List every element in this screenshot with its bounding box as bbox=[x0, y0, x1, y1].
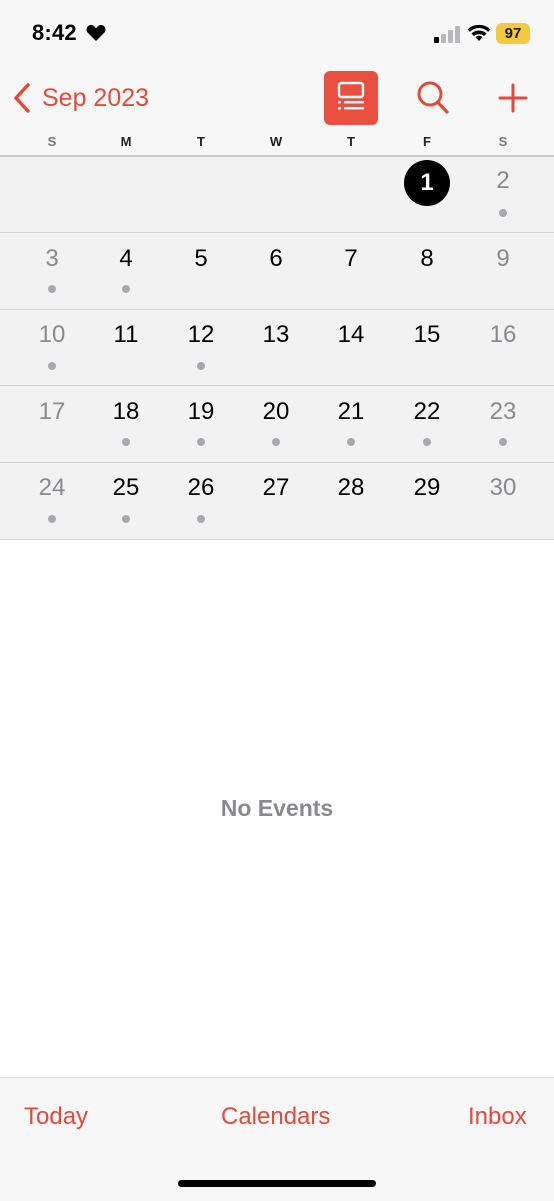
calendar-day-19[interactable]: 19 bbox=[177, 397, 225, 427]
calendar-day-9[interactable]: 9 bbox=[479, 244, 527, 274]
weekday-wed: W bbox=[269, 134, 283, 149]
battery-icon: 97 bbox=[496, 23, 530, 44]
calendar-day-29[interactable]: 29 bbox=[403, 473, 451, 503]
calendar-day-16[interactable]: 16 bbox=[479, 320, 527, 350]
event-indicator-dot bbox=[48, 362, 56, 370]
weekday-tue: T bbox=[197, 134, 205, 149]
back-label: Sep 2023 bbox=[42, 83, 150, 112]
event-indicator-dot bbox=[122, 438, 130, 446]
search-icon[interactable] bbox=[416, 80, 450, 116]
calendars-button[interactable]: Calendars bbox=[221, 1103, 330, 1131]
list-view-button[interactable] bbox=[324, 71, 378, 125]
calendar-day-4[interactable]: 4 bbox=[102, 244, 150, 274]
event-indicator-dot bbox=[499, 438, 507, 446]
weekday-fri: F bbox=[423, 134, 431, 149]
week-divider bbox=[0, 462, 554, 463]
week-divider bbox=[0, 309, 554, 310]
calendar-day-11[interactable]: 11 bbox=[102, 320, 150, 350]
calendar-day-13[interactable]: 13 bbox=[252, 320, 300, 350]
calendar-day-20[interactable]: 20 bbox=[252, 397, 300, 427]
calendar-day-14[interactable]: 14 bbox=[327, 320, 375, 350]
weekday-sun: S bbox=[47, 134, 57, 149]
wifi-icon bbox=[467, 24, 491, 41]
today-button[interactable]: Today bbox=[24, 1103, 88, 1131]
calendar-day-22[interactable]: 22 bbox=[403, 397, 451, 427]
week-divider bbox=[0, 539, 554, 540]
week-divider bbox=[0, 232, 554, 233]
weekday-thu: T bbox=[347, 134, 355, 149]
event-indicator-dot bbox=[197, 362, 205, 370]
calendar-day-10[interactable]: 10 bbox=[28, 320, 76, 350]
back-to-month-button[interactable]: Sep 2023 bbox=[10, 80, 149, 116]
chevron-left-icon bbox=[14, 83, 30, 113]
calendar-day-7[interactable]: 7 bbox=[327, 244, 375, 274]
home-indicator bbox=[178, 1180, 376, 1187]
calendar-day-2[interactable]: 2 bbox=[479, 166, 527, 196]
list-view-icon bbox=[337, 81, 365, 110]
calendar-day-21[interactable]: 21 bbox=[327, 397, 375, 427]
calendar-day-3[interactable]: 3 bbox=[28, 244, 76, 274]
event-indicator-dot bbox=[48, 515, 56, 523]
event-indicator-dot bbox=[122, 515, 130, 523]
no-events-label: No Events bbox=[220, 795, 334, 821]
calendar-day-27[interactable]: 27 bbox=[252, 473, 300, 503]
calendar-day-23[interactable]: 23 bbox=[479, 397, 527, 427]
weekday-mon: M bbox=[120, 134, 132, 149]
cellular-signal-icon bbox=[434, 26, 460, 43]
week-divider bbox=[0, 385, 554, 386]
weekday-sat: S bbox=[498, 134, 508, 149]
calendar-day-15[interactable]: 15 bbox=[403, 320, 451, 350]
calendar-day-18[interactable]: 18 bbox=[102, 397, 150, 427]
status-time: 8:42 bbox=[32, 20, 77, 45]
calendar-day-24[interactable]: 24 bbox=[28, 473, 76, 503]
calendar-day-12[interactable]: 12 bbox=[177, 320, 225, 350]
event-indicator-dot bbox=[272, 438, 280, 446]
event-indicator-dot bbox=[347, 438, 355, 446]
event-indicator-dot bbox=[197, 438, 205, 446]
add-icon[interactable] bbox=[496, 80, 530, 116]
calendar-day-26[interactable]: 26 bbox=[177, 473, 225, 503]
event-indicator-dot bbox=[423, 438, 431, 446]
calendar-day-30[interactable]: 30 bbox=[479, 473, 527, 503]
calendar-day-5[interactable]: 5 bbox=[177, 244, 225, 274]
inbox-button[interactable]: Inbox bbox=[468, 1103, 527, 1131]
event-indicator-dot bbox=[197, 515, 205, 523]
calendar-day-6[interactable]: 6 bbox=[252, 244, 300, 274]
calendar-day-25[interactable]: 25 bbox=[102, 473, 150, 503]
heart-icon bbox=[86, 25, 106, 41]
calendar-day-28[interactable]: 28 bbox=[327, 473, 375, 503]
event-indicator-dot bbox=[499, 209, 507, 217]
calendar-day-17[interactable]: 17 bbox=[28, 397, 76, 427]
calendar-day-1[interactable]: 1 bbox=[403, 168, 451, 198]
calendar-day-8[interactable]: 8 bbox=[403, 244, 451, 274]
event-indicator-dot bbox=[48, 285, 56, 293]
event-indicator-dot bbox=[122, 285, 130, 293]
